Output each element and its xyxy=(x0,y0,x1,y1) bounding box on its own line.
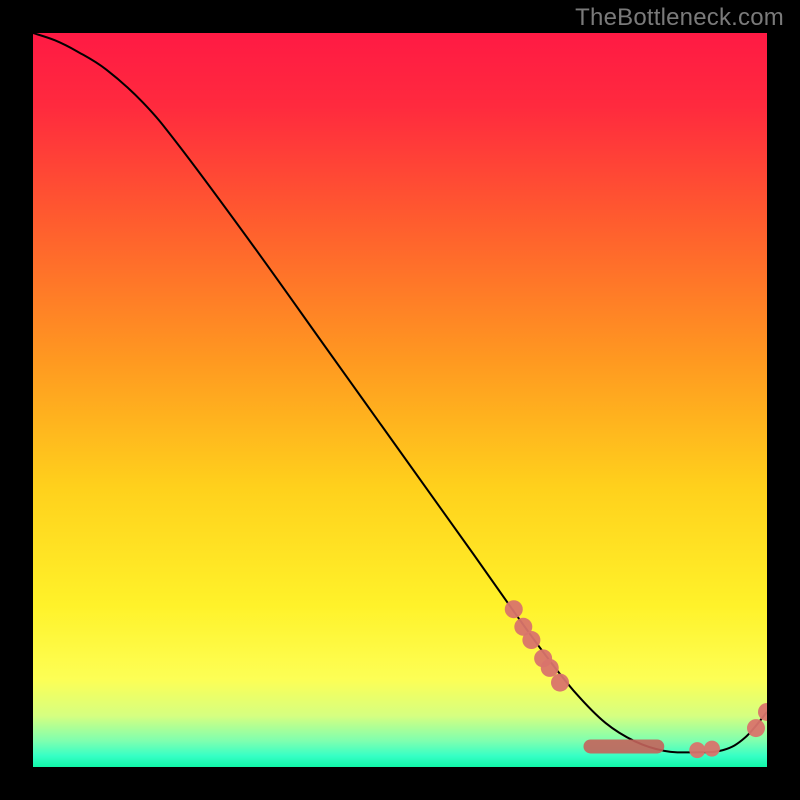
gradient-rect xyxy=(33,33,767,767)
chart-background xyxy=(33,33,767,767)
chart-stage: TheBottleneck.com xyxy=(0,0,800,800)
watermark-text: TheBottleneck.com xyxy=(575,4,784,32)
